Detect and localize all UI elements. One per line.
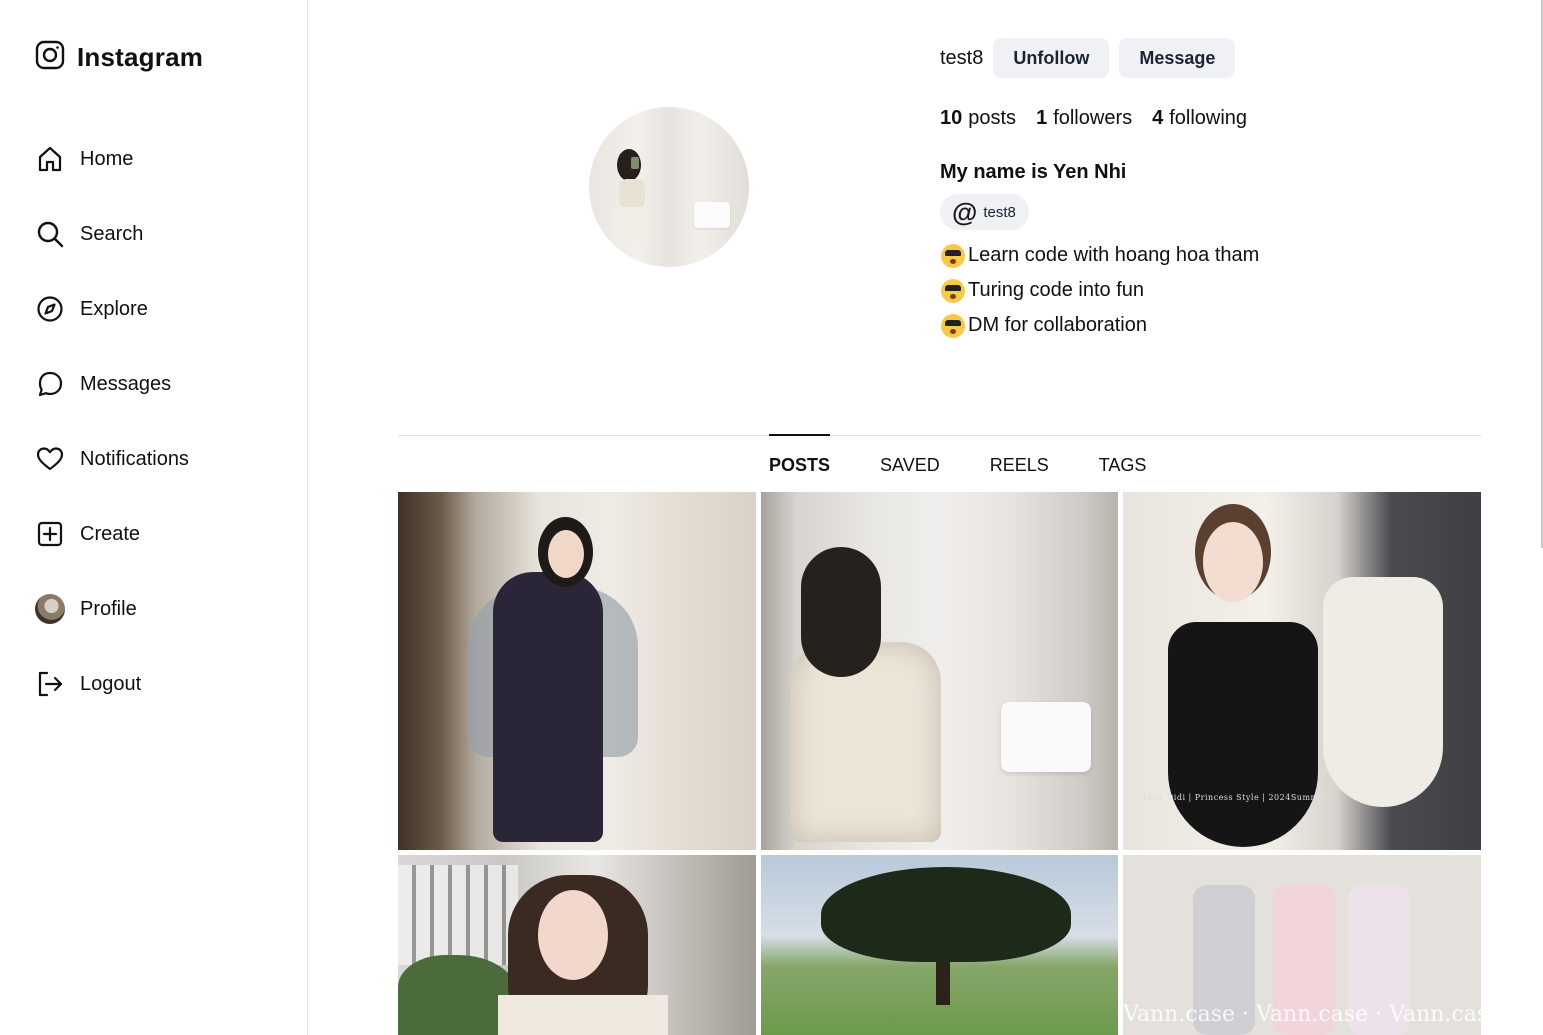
sidebar-item-search[interactable]: Search (35, 215, 189, 253)
sidebar-item-messages[interactable]: Messages (35, 365, 189, 403)
sidebar-nav: Home Search Explore Messages Notificatio… (35, 140, 189, 740)
post-thumbnail[interactable]: Lazy Didi | Princess Style | 2024Summer (1123, 492, 1481, 850)
stat-following[interactable]: 4 following (1152, 107, 1247, 130)
profile-bio: Learn code with hoang hoa tham Turing co… (941, 238, 1259, 343)
cool-face-emoji-icon (941, 243, 965, 268)
plus-square-icon (35, 519, 65, 549)
post-thumbnail[interactable] (398, 492, 756, 850)
threads-handle-chip[interactable]: @ test8 (940, 194, 1029, 230)
sidebar-item-label: Messages (80, 372, 172, 395)
sidebar-item-label: Logout (80, 672, 142, 695)
brand[interactable]: Instagram (35, 40, 203, 75)
following-label: following (1169, 107, 1248, 129)
message-button[interactable]: Message (1119, 38, 1236, 78)
post-thumbnail[interactable] (761, 855, 1118, 1035)
heart-icon (35, 444, 65, 474)
brand-name: Instagram (77, 42, 204, 72)
sidebar-item-explore[interactable]: Explore (35, 290, 189, 328)
home-icon (35, 144, 65, 174)
cool-face-emoji-icon (941, 313, 965, 338)
profile-avatar[interactable] (589, 107, 749, 267)
sidebar-item-label: Create (80, 522, 141, 545)
bio-line: Turing code into fun (941, 273, 1259, 308)
following-count: 4 (1152, 107, 1164, 129)
post-thumbnail[interactable] (398, 855, 756, 1035)
post-watermark: Vann.case · Vann.case · Vann.case (1123, 1002, 1481, 1027)
sidebar: Instagram Home Search Explore Messages N… (0, 0, 308, 1035)
sidebar-item-create[interactable]: Create (35, 515, 189, 553)
avatar-lamp (694, 202, 730, 228)
instagram-logo-icon (35, 40, 65, 75)
logout-icon (35, 669, 65, 699)
sidebar-item-profile[interactable]: Profile (35, 590, 189, 628)
chat-bubble-icon (35, 369, 65, 399)
sidebar-item-logout[interactable]: Logout (35, 665, 189, 703)
profile-tabs: POSTS SAVED REELS TAGS (769, 434, 1196, 476)
avatar-figure (611, 149, 651, 243)
tab-reels[interactable]: REELS (990, 435, 1049, 476)
avatar (35, 594, 65, 624)
unfollow-button[interactable]: Unfollow (993, 38, 1110, 78)
sidebar-item-home[interactable]: Home (35, 140, 189, 178)
post-thumbnail[interactable] (761, 492, 1118, 850)
bio-line-text: DM for collaboration (968, 314, 1147, 336)
bio-line-text: Learn code with hoang hoa tham (968, 244, 1260, 266)
sidebar-item-label: Search (80, 222, 144, 245)
cool-face-emoji-icon (941, 278, 965, 303)
profile-username: test8 (940, 46, 984, 69)
profile-header-row: test8 Unfollow Message (940, 38, 1245, 78)
bio-line-text: Turing code into fun (968, 279, 1145, 301)
posts-label: posts (968, 107, 1017, 129)
posts-count: 10 (940, 107, 963, 129)
posts-grid: Lazy Didi | Princess Style | 2024Summer … (398, 492, 1481, 1035)
handle-chip-label: test8 (983, 203, 1016, 221)
sidebar-item-label: Profile (80, 597, 137, 620)
profile-stats: 10 posts 1 followers 4 following (940, 107, 1267, 130)
followers-count: 1 (1036, 107, 1048, 129)
sidebar-item-label: Notifications (80, 447, 189, 470)
search-icon (35, 219, 65, 249)
sidebar-item-notifications[interactable]: Notifications (35, 440, 189, 478)
stat-followers[interactable]: 1 followers (1036, 107, 1132, 130)
tab-saved[interactable]: SAVED (880, 435, 940, 476)
stat-posts[interactable]: 10 posts (940, 107, 1016, 130)
tab-tags[interactable]: TAGS (1099, 435, 1147, 476)
post-caption-overlay: Lazy Didi | Princess Style | 2024Summer (1143, 793, 1329, 802)
at-sign-icon: @ (952, 197, 978, 227)
sidebar-item-label: Home (80, 147, 134, 170)
post-thumbnail[interactable]: Vann.case · Vann.case · Vann.case (1123, 855, 1481, 1035)
profile-full-name: My name is Yen Nhi (940, 161, 1127, 183)
bio-line: Learn code with hoang hoa tham (941, 238, 1259, 273)
followers-label: followers (1053, 107, 1133, 129)
bio-line: DM for collaboration (941, 308, 1259, 343)
compass-icon (35, 294, 65, 324)
tab-posts[interactable]: POSTS (769, 434, 831, 476)
sidebar-item-label: Explore (80, 297, 148, 320)
